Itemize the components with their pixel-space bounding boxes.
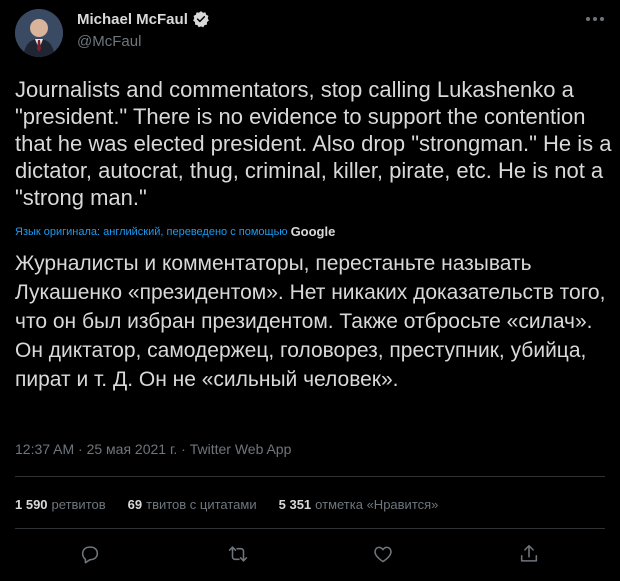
translation-provider: Google — [290, 224, 336, 239]
translation-note[interactable]: Язык оригинала: английский, переведено с… — [15, 226, 288, 238]
quotes-count: 69 — [127, 497, 143, 512]
quotes-label: твитов с цитатами — [146, 497, 257, 512]
action-bar — [0, 539, 620, 569]
author-handle[interactable]: @McFaul — [77, 33, 141, 50]
like-icon[interactable] — [372, 543, 394, 565]
translation-attribution: Язык оригинала: английский, переведено с… — [15, 224, 335, 239]
share-icon[interactable] — [518, 543, 540, 565]
avatar[interactable] — [15, 9, 63, 57]
likes-stat[interactable]: 5 351 отметка «Нравится» — [279, 497, 439, 512]
likes-count: 5 351 — [278, 497, 312, 512]
verified-badge-icon — [192, 11, 209, 28]
tweet-timestamp[interactable]: 12:37 AM · 25 мая 2021 г. · Twitter Web … — [15, 441, 291, 457]
reply-icon[interactable] — [79, 543, 101, 565]
retweets-count: 1 590 — [15, 497, 48, 512]
retweets-stat[interactable]: 1 590 ретвитов — [15, 497, 106, 512]
tweet-text-original: Journalists and commentators, stop calli… — [15, 77, 612, 210]
author-name[interactable]: Michael McFaul — [77, 11, 188, 28]
avatar-image — [15, 9, 63, 57]
quotes-stat[interactable]: 69 твитов с цитатами — [128, 497, 257, 512]
tweet: Michael McFaul @McFaul Journalists and c… — [0, 0, 620, 581]
likes-label: отметка «Нравится» — [315, 497, 439, 512]
divider — [15, 476, 605, 477]
retweets-label: ретвитов — [51, 497, 106, 512]
retweet-icon[interactable] — [227, 543, 249, 565]
engagement-stats: 1 590 ретвитов 69 твитов с цитатами 5 351 о… — [15, 497, 460, 512]
divider — [15, 528, 605, 529]
author-name-row: Michael McFaul — [77, 10, 210, 28]
tweet-text-translated: Журналисты и комментаторы, перестаньте н… — [15, 252, 606, 391]
more-options-icon[interactable] — [583, 10, 607, 28]
